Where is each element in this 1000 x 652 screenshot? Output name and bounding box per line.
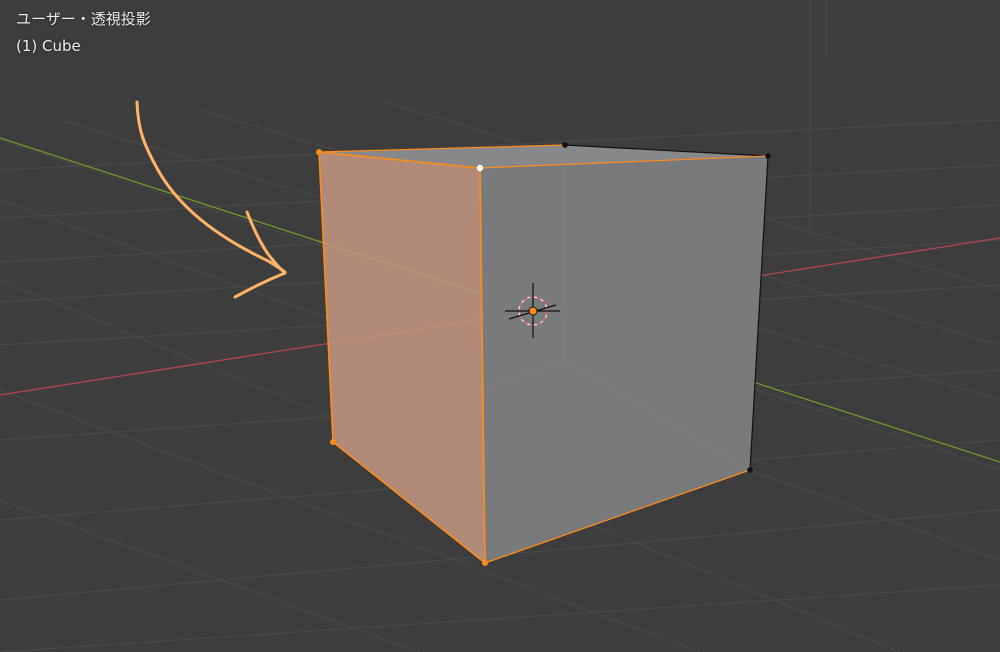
- vertex-top-back[interactable]: [562, 142, 568, 148]
- cube-right-face[interactable]: [480, 156, 768, 563]
- vertex-top-right[interactable]: [765, 153, 771, 159]
- vertex-bottom-left[interactable]: [330, 439, 336, 445]
- vertex-active-top-front[interactable]: [476, 164, 484, 172]
- hand-drawn-arrow-icon: [135, 100, 287, 299]
- vertex-bottom-right[interactable]: [747, 467, 753, 473]
- viewport-scene[interactable]: [0, 0, 1000, 652]
- vertex-bottom-front[interactable]: [482, 560, 488, 566]
- object-origin-icon[interactable]: [528, 306, 538, 316]
- cube-mesh[interactable]: [316, 142, 771, 566]
- vertex-top-left[interactable]: [316, 149, 322, 155]
- view-name-label: ユーザー・透視投影: [16, 10, 151, 28]
- cube-selected-face[interactable]: [319, 152, 485, 563]
- active-object-label: (1) Cube: [16, 37, 81, 55]
- 3d-viewport[interactable]: ユーザー・透視投影 (1) Cube: [0, 0, 1000, 652]
